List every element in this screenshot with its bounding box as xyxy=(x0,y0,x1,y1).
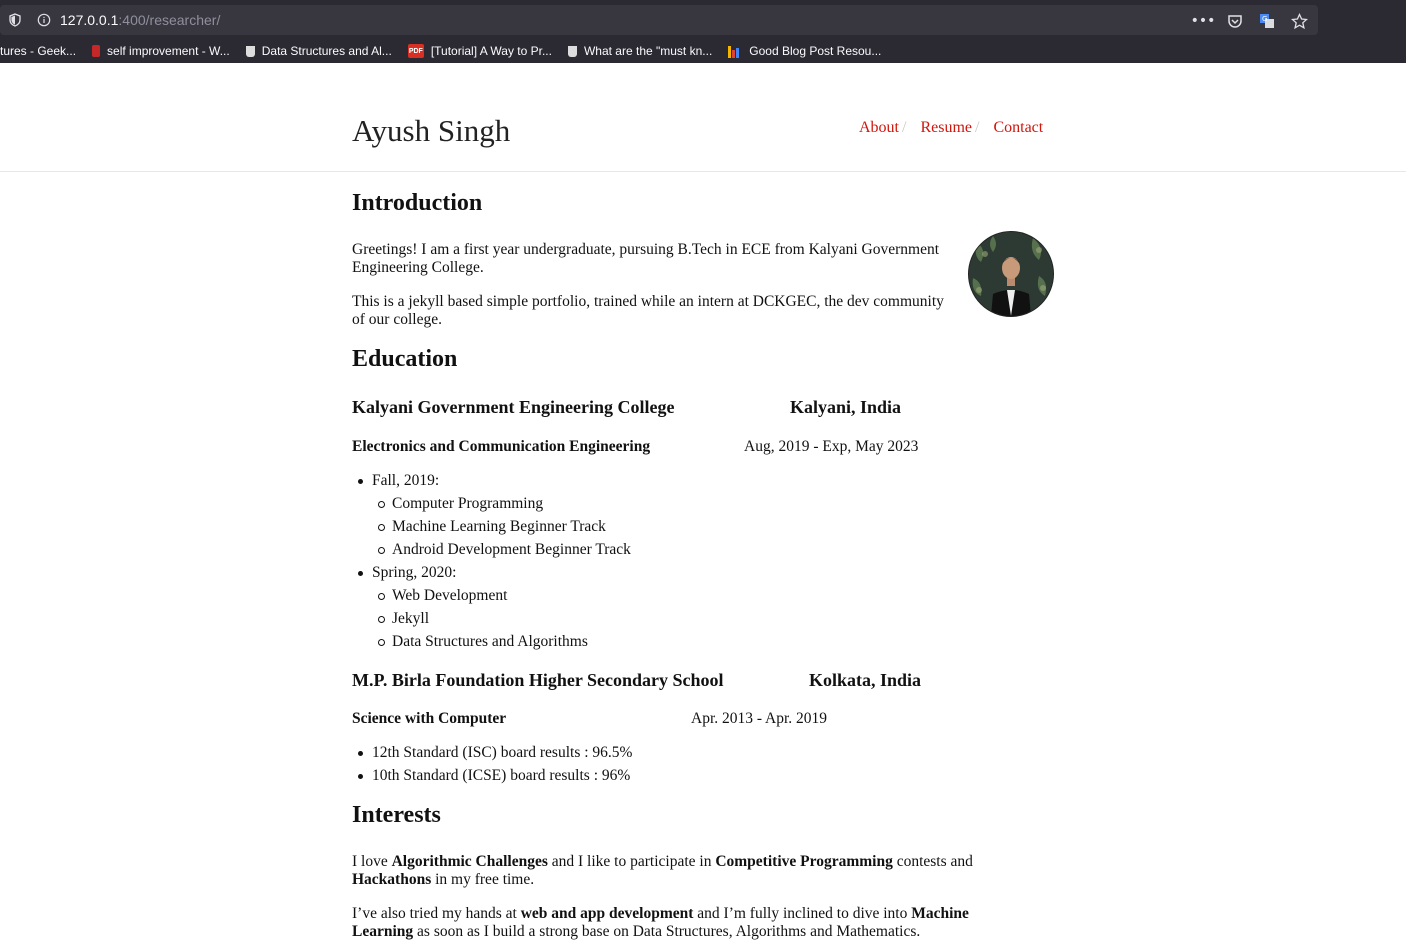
bookmark-label: Data Structures and Al... xyxy=(261,44,392,58)
list-item: Data Structures and Algorithms xyxy=(378,633,588,651)
avatar xyxy=(968,231,1054,317)
education-heading: Education xyxy=(352,346,458,372)
nav-separator: / xyxy=(902,119,907,136)
degree-dates: Aug, 2019 - Exp, May 2023 xyxy=(744,438,919,455)
list-item: 12th Standard (ISC) board results : 96.5… xyxy=(358,744,633,762)
text: and I’m fully inclined to dive into xyxy=(693,905,912,922)
text: and I like to participate in xyxy=(547,853,716,870)
bullet-icon xyxy=(378,639,385,646)
site-header: Ayush Singh About / Resume / Contact xyxy=(0,63,1406,172)
list-item: Jekyll xyxy=(378,610,430,628)
bookmark-label: self improvement - W... xyxy=(107,44,230,58)
nav-contact[interactable]: Contact xyxy=(993,119,1043,136)
nav-resume[interactable]: Resume xyxy=(920,119,972,136)
bookmark-label: [Tutorial] A Way to Pr... xyxy=(430,44,552,58)
bar-chart-icon xyxy=(728,45,742,58)
list-item: Machine Learning Beginner Track xyxy=(378,518,606,536)
bookmark-label: Good Blog Post Resou... xyxy=(749,44,882,58)
highlight: Algorithmic Challenges xyxy=(391,853,548,870)
pocket-icon[interactable] xyxy=(1226,12,1244,30)
interests-paragraph: I love Algorithmic Challenges and I like… xyxy=(352,853,1002,889)
bullet-icon xyxy=(358,774,363,779)
browser-chrome: 127.0.0.1:400/researcher/ ••• G tures - … xyxy=(0,0,1406,63)
address-bar[interactable]: 127.0.0.1:400/researcher/ ••• G xyxy=(0,5,1318,35)
site-nav: About / Resume / Contact xyxy=(859,119,1043,137)
school-location: Kalyani, India xyxy=(790,397,902,417)
text: in my free time. xyxy=(431,871,535,888)
bullet-icon xyxy=(378,593,385,600)
nav-separator: / xyxy=(975,119,980,136)
interests-heading: Interests xyxy=(352,802,441,828)
bookmark-item[interactable]: Good Blog Post Resou... xyxy=(728,44,881,58)
result-label: 10th Standard (ICSE) board results : 96% xyxy=(372,767,631,784)
school-location: Kolkata, India xyxy=(809,670,922,690)
url-actions: ••• G xyxy=(1191,11,1308,31)
intro-paragraph: Greetings! I am a first year undergradua… xyxy=(352,241,940,276)
degree-title: Science with Computer xyxy=(352,710,507,727)
site-info-icon[interactable] xyxy=(37,13,51,27)
list-item: Fall, 2019: xyxy=(358,472,440,490)
school-name: Kalyani Government Engineering College xyxy=(352,397,675,417)
bookmark-item[interactable]: Data Structures and Al... xyxy=(245,44,392,58)
bookmarks-toolbar: tures - Geek... self improvement - W... … xyxy=(0,40,897,62)
list-item: Android Development Beginner Track xyxy=(378,541,631,559)
bookmark-item[interactable]: self improvement - W... xyxy=(92,44,230,58)
highlight: web and app development xyxy=(520,905,694,922)
cup-icon xyxy=(567,45,577,57)
course-label: Android Development Beginner Track xyxy=(392,541,631,558)
pdf-icon: PDF xyxy=(407,44,424,58)
url-host: 127.0.0.1 xyxy=(60,12,119,28)
term-label: Fall, 2019: xyxy=(372,472,440,489)
cup-icon xyxy=(245,45,255,57)
result-label: 12th Standard (ISC) board results : 96.5… xyxy=(372,744,633,761)
url-text[interactable]: 127.0.0.1:400/researcher/ xyxy=(60,12,220,28)
red-bookmark-icon xyxy=(92,45,101,57)
svg-text:G: G xyxy=(1262,15,1267,23)
bookmark-item[interactable]: What are the "must kn... xyxy=(567,44,713,58)
text: contests and xyxy=(892,853,973,870)
list-item: Web Development xyxy=(378,587,508,605)
bullet-icon xyxy=(378,616,385,623)
course-label: Jekyll xyxy=(392,610,430,627)
course-label: Computer Programming xyxy=(392,495,544,512)
nav-about[interactable]: About xyxy=(859,119,899,136)
introduction-heading: Introduction xyxy=(352,190,483,216)
interests-paragraph: I’ve also tried my hands at web and app … xyxy=(352,905,1002,941)
degree-dates: Apr. 2013 - Apr. 2019 xyxy=(691,710,828,727)
school-name: M.P. Birla Foundation Higher Secondary S… xyxy=(352,670,724,690)
translate-icon[interactable]: G xyxy=(1258,12,1276,30)
degree-title: Electronics and Communication Engineerin… xyxy=(352,438,651,455)
list-item: 10th Standard (ICSE) board results : 96% xyxy=(358,767,631,785)
url-path: :400/researcher/ xyxy=(118,12,221,28)
more-actions-icon[interactable]: ••• xyxy=(1191,12,1216,30)
bullet-icon xyxy=(358,571,363,576)
highlight: Competitive Programming xyxy=(715,853,893,870)
bookmark-item[interactable]: tures - Geek... xyxy=(0,44,76,58)
bullet-icon xyxy=(378,547,385,554)
intro-paragraph: This is a jekyll based simple portfolio,… xyxy=(352,293,944,328)
text: I’ve also tried my hands at xyxy=(352,905,521,922)
bullet-icon xyxy=(378,524,385,531)
bookmark-label: tures - Geek... xyxy=(0,44,77,58)
bookmark-item[interactable]: PDF [Tutorial] A Way to Pr... xyxy=(407,44,552,58)
bookmark-label: What are the "must kn... xyxy=(583,44,713,58)
highlight: Hackathons xyxy=(352,871,432,888)
bullet-icon xyxy=(378,501,385,508)
site-title[interactable]: Ayush Singh xyxy=(352,113,510,149)
term-label: Spring, 2020: xyxy=(372,564,457,581)
text: I love xyxy=(352,853,392,870)
bookmark-star-icon[interactable] xyxy=(1290,12,1308,30)
course-label: Machine Learning Beginner Track xyxy=(392,518,606,535)
bullet-icon xyxy=(358,479,363,484)
bullet-icon xyxy=(358,751,363,756)
list-item: Computer Programming xyxy=(378,495,544,513)
course-label: Data Structures and Algorithms xyxy=(392,633,588,650)
text: as soon as I build a strong base on Data… xyxy=(413,923,921,940)
tracking-shield-icon[interactable] xyxy=(8,13,22,27)
course-label: Web Development xyxy=(392,587,508,604)
list-item: Spring, 2020: xyxy=(358,564,457,582)
